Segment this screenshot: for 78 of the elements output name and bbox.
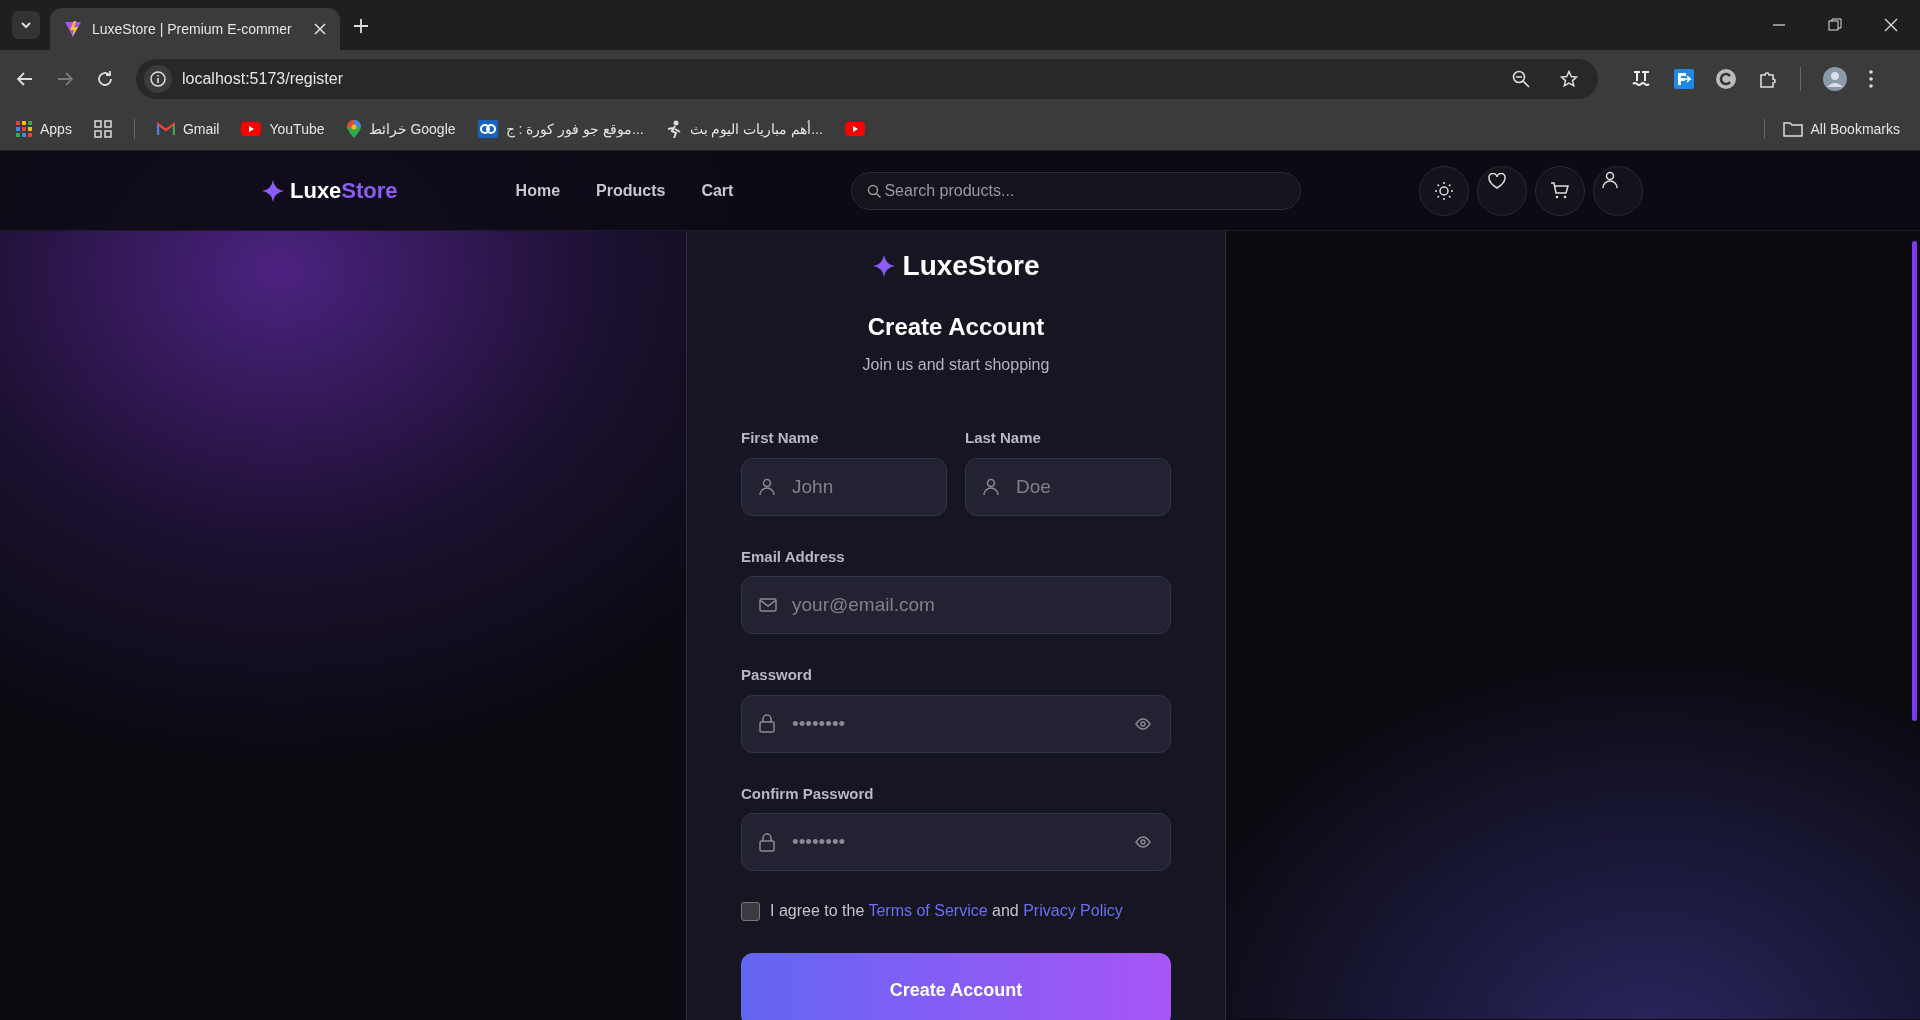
scrollbar-thumb[interactable]	[1912, 241, 1917, 721]
logo-icon	[64, 20, 82, 38]
nav-link[interactable]: Cart	[701, 178, 734, 203]
input-field[interactable]: Doe	[965, 457, 1171, 516]
back-icon[interactable]	[16, 70, 34, 88]
bookmark-item[interactable]: Gmail	[156, 118, 220, 140]
apps-icon	[16, 121, 32, 137]
field-label: Email Address	[741, 546, 846, 567]
mail-icon	[156, 122, 175, 136]
star-icon[interactable]	[1560, 70, 1578, 88]
form-subtitle: Join us and start shopping	[862, 355, 1050, 375]
field-label: First Name	[741, 428, 820, 448]
bookmark-item[interactable]: أهم مباريات اليوم بث...	[665, 118, 823, 140]
cart-icon	[1550, 180, 1571, 201]
puzzle-icon[interactable]	[1758, 69, 1778, 89]
heart-icon	[1488, 172, 1507, 189]
input-field[interactable]: John	[741, 457, 947, 516]
bookmark-item[interactable]: Apps	[16, 118, 72, 140]
grid-icon[interactable]	[93, 120, 112, 138]
menu-icon[interactable]	[1869, 70, 1873, 88]
reload-icon[interactable]	[96, 70, 114, 88]
avatar-icon[interactable]	[1823, 67, 1847, 91]
tab-list-button[interactable]	[12, 11, 40, 39]
address-text: localhost:5173/register	[182, 69, 344, 89]
eye-icon[interactable]	[1135, 836, 1151, 848]
play-icon	[241, 122, 262, 136]
input-field[interactable]: ••••••••	[741, 813, 1171, 871]
bookmark-item[interactable]: YouTube	[241, 118, 325, 140]
close-icon[interactable]	[1884, 18, 1898, 32]
agree-text: I agree to the Terms of Service and Privacy Policy	[770, 901, 1123, 921]
sparkle-icon	[262, 179, 284, 202]
forward-icon[interactable]	[56, 70, 74, 88]
extension-icon[interactable]	[1716, 69, 1736, 89]
input-field[interactable]: ••••••••	[741, 694, 1171, 753]
sun-icon	[1434, 180, 1455, 201]
play-icon	[844, 122, 865, 136]
user-icon	[759, 477, 775, 496]
tab-title: LuxeStore | Premium E-commer	[92, 19, 293, 39]
new-tab-icon[interactable]	[354, 19, 368, 33]
close-icon[interactable]	[314, 23, 326, 35]
user-icon	[1602, 170, 1619, 189]
mail-icon	[759, 598, 777, 612]
lock-icon	[759, 832, 775, 852]
privacy-link[interactable]: Privacy Policy	[1023, 902, 1123, 919]
terms-link[interactable]: Terms of Service	[868, 902, 988, 919]
chevron-down-icon	[20, 19, 32, 31]
site-icon	[477, 120, 498, 138]
user-icon	[983, 477, 999, 496]
info-icon[interactable]	[150, 71, 166, 87]
folder-icon	[1782, 121, 1803, 137]
zoom-out-icon[interactable]	[1512, 70, 1530, 88]
search-icon	[867, 183, 882, 198]
create-account-button[interactable]: Create Account	[741, 953, 1171, 1020]
extension-icon[interactable]	[1674, 69, 1694, 89]
nav-link[interactable]: Products	[596, 178, 666, 203]
bookmark-item[interactable]: خرائط Google	[346, 118, 456, 140]
input-field[interactable]: your@email.com	[741, 576, 1171, 634]
runner-icon	[665, 120, 682, 138]
restore-icon[interactable]	[1828, 18, 1842, 32]
sparkle-icon	[872, 255, 895, 277]
extension-icon[interactable]	[1632, 70, 1652, 88]
all-bookmarks-button[interactable]: All Bookmarks	[1782, 118, 1904, 140]
agree-checkbox[interactable]	[741, 901, 760, 921]
lock-icon	[759, 714, 775, 733]
field-label: Password	[741, 665, 813, 685]
eye-icon[interactable]	[1135, 717, 1151, 730]
map-pin-icon	[346, 120, 361, 138]
field-label: Last Name	[965, 428, 1042, 448]
nav-link[interactable]: Home	[515, 178, 561, 203]
bookmark-item[interactable]	[844, 122, 865, 136]
browser-tab[interactable]: LuxeStore | Premium E-commer	[50, 8, 340, 50]
search-field[interactable]: Search products...	[851, 171, 1302, 210]
field-label: Confirm Password	[741, 783, 875, 804]
form-title: Create Account	[867, 312, 1045, 342]
store-logo[interactable]: LuxeStore	[262, 174, 398, 207]
card-logo: LuxeStore	[872, 245, 1040, 287]
address-bar[interactable]: localhost:5173/register	[136, 59, 1598, 99]
bookmark-item[interactable]: موقع جو فور كورة : ج...	[477, 118, 644, 140]
